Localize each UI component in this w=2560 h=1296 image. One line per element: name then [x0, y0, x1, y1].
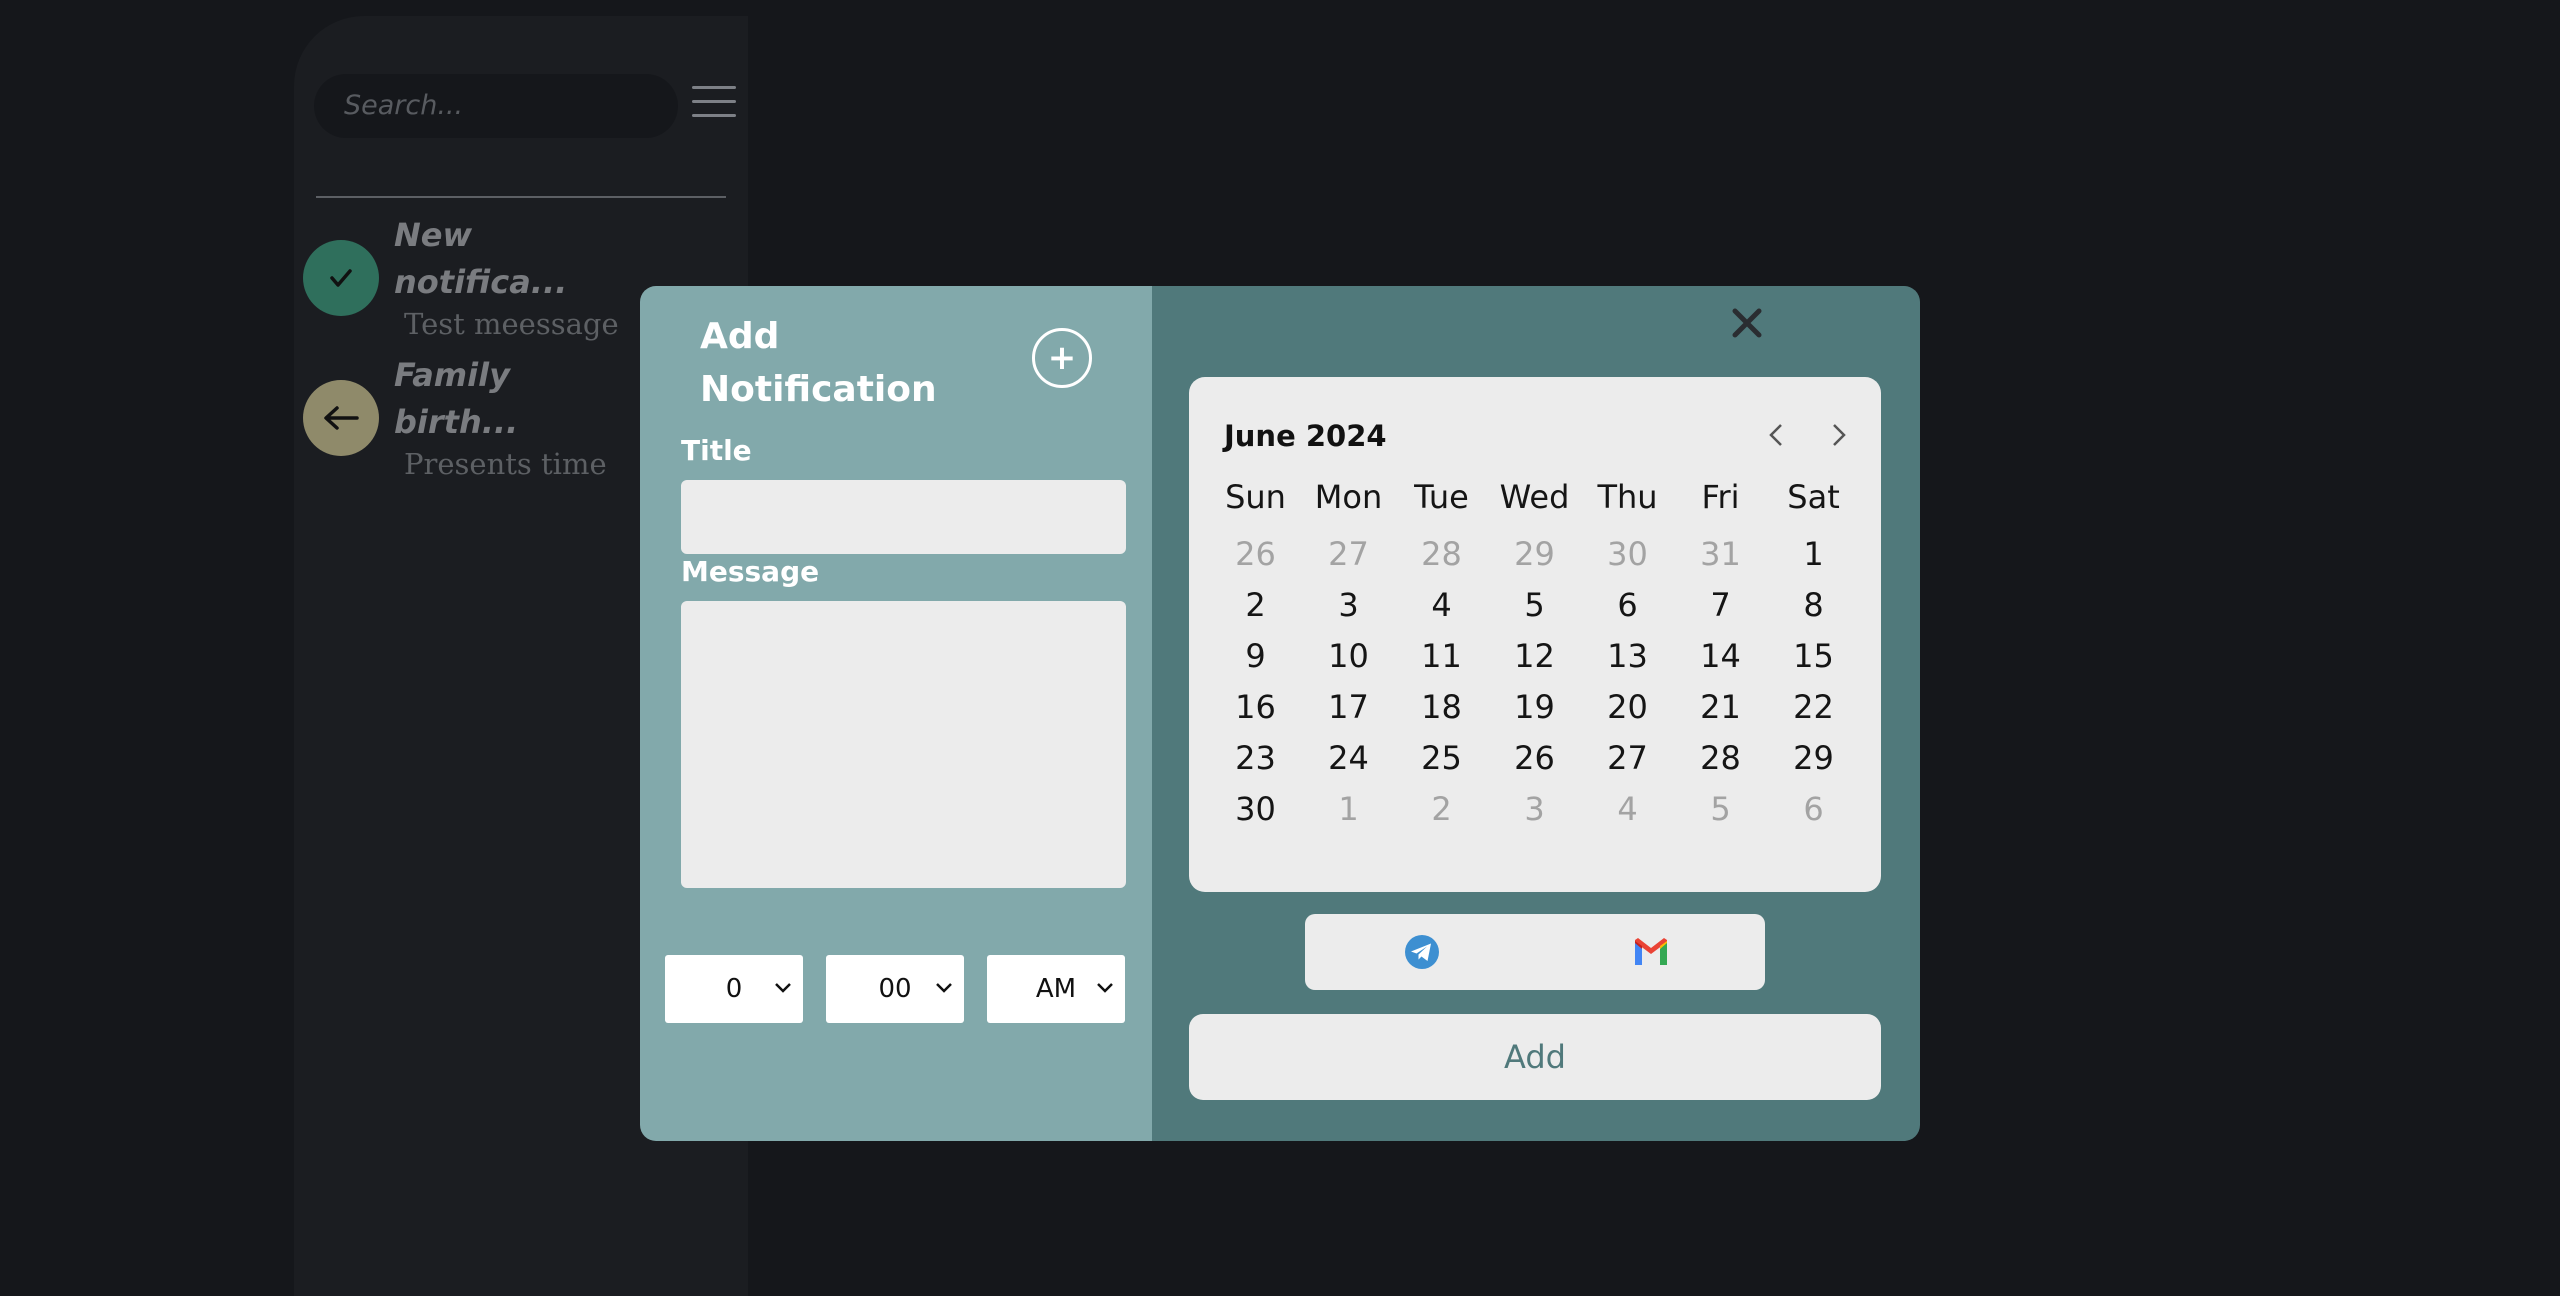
calendar-day-outside[interactable]: 5: [1674, 790, 1767, 828]
minute-value: 00: [878, 974, 912, 1004]
calendar-day[interactable]: 17: [1302, 688, 1395, 726]
calendar-week: 23 24 25 26 27 28 29: [1209, 739, 1861, 777]
calendar-day[interactable]: 21: [1674, 688, 1767, 726]
notification-message: Presents time: [404, 447, 607, 481]
calendar-day[interactable]: 26: [1488, 739, 1581, 777]
calendar-week: 2 3 4 5 6 7 8: [1209, 586, 1861, 624]
calendar-day-outside[interactable]: 1: [1302, 790, 1395, 828]
calendar-day-outside[interactable]: 2: [1395, 790, 1488, 828]
close-icon[interactable]: [1730, 306, 1764, 340]
calendar-day[interactable]: 22: [1767, 688, 1860, 726]
period-value: AM: [1035, 974, 1077, 1004]
message-textarea[interactable]: [681, 601, 1126, 888]
calendar-day[interactable]: 9: [1209, 637, 1302, 675]
chevron-down-icon: [775, 983, 791, 993]
plus-icon[interactable]: +: [1032, 328, 1092, 388]
arrow-left-icon[interactable]: [303, 380, 379, 456]
weekday-label: Sun: [1225, 478, 1286, 516]
calendar-day[interactable]: 24: [1302, 739, 1395, 777]
calendar-day-outside[interactable]: 27: [1302, 535, 1395, 573]
calendar-day[interactable]: 28: [1674, 739, 1767, 777]
calendar-day[interactable]: 7: [1674, 586, 1767, 624]
hour-value: 0: [725, 974, 743, 1004]
calendar-day[interactable]: 19: [1488, 688, 1581, 726]
notification-title[interactable]: New notifica...: [394, 212, 594, 306]
weekday-header: Sun Mon Tue Wed Thu Fri Sat: [1209, 478, 1861, 516]
calendar-day[interactable]: 16: [1209, 688, 1302, 726]
title-input[interactable]: [681, 480, 1126, 554]
weekday-label: Tue: [1414, 478, 1469, 516]
notification-message: Test meessage: [404, 307, 619, 341]
calendar: June 2024 Sun Mon Tue Wed Thu Fri Sat 26…: [1189, 377, 1881, 892]
gmail-icon[interactable]: [1631, 932, 1671, 972]
calendar-day[interactable]: 2: [1209, 586, 1302, 624]
calendar-day[interactable]: 10: [1302, 637, 1395, 675]
calendar-day-outside[interactable]: 3: [1488, 790, 1581, 828]
calendar-day-outside[interactable]: 4: [1581, 790, 1674, 828]
weekday-label: Mon: [1314, 478, 1383, 516]
calendar-day[interactable]: 5: [1488, 586, 1581, 624]
calendar-day[interactable]: 23: [1209, 739, 1302, 777]
calendar-day[interactable]: 4: [1395, 586, 1488, 624]
calendar-day-outside[interactable]: 31: [1674, 535, 1767, 573]
add-button[interactable]: Add: [1189, 1014, 1881, 1100]
form-panel: Add Notification + Title Message 0 00 AM: [640, 286, 1152, 1141]
weekday-label: Sat: [1787, 478, 1840, 516]
calendar-day-outside[interactable]: 28: [1395, 535, 1488, 573]
calendar-month-label: June 2024: [1224, 419, 1387, 453]
calendar-day[interactable]: 8: [1767, 586, 1860, 624]
calendar-day[interactable]: 20: [1581, 688, 1674, 726]
notification-title[interactable]: Family birth...: [394, 352, 594, 446]
period-select[interactable]: AM: [987, 955, 1125, 1023]
chevron-down-icon: [1097, 983, 1113, 993]
calendar-week: 9 10 11 12 13 14 15: [1209, 637, 1861, 675]
minute-select[interactable]: 00: [826, 955, 964, 1023]
calendar-day[interactable]: 25: [1395, 739, 1488, 777]
calendar-day[interactable]: 3: [1302, 586, 1395, 624]
calendar-day[interactable]: 27: [1581, 739, 1674, 777]
weekday-label: Fri: [1701, 478, 1740, 516]
weekday-label: Thu: [1597, 478, 1658, 516]
calendar-day[interactable]: 13: [1581, 637, 1674, 675]
calendar-day-outside[interactable]: 6: [1767, 790, 1860, 828]
divider: [316, 196, 726, 198]
chevron-right-icon[interactable]: [1820, 417, 1856, 453]
menu-icon[interactable]: [692, 86, 736, 120]
calendar-day[interactable]: 18: [1395, 688, 1488, 726]
calendar-week: 30 1 2 3 4 5 6: [1209, 790, 1861, 828]
calendar-day[interactable]: 30: [1209, 790, 1302, 828]
calendar-week: 16 17 18 19 20 21 22: [1209, 688, 1861, 726]
modal-title: Add Notification: [700, 316, 937, 410]
weekday-label: Wed: [1499, 478, 1570, 516]
hour-select[interactable]: 0: [665, 955, 803, 1023]
title-label: Title: [681, 434, 752, 467]
add-notification-modal: Add Notification + Title Message 0 00 AM…: [640, 286, 1920, 1141]
share-options: [1305, 914, 1765, 990]
calendar-day[interactable]: 29: [1767, 739, 1860, 777]
calendar-day[interactable]: 6: [1581, 586, 1674, 624]
calendar-week: 26 27 28 29 30 31 1: [1209, 535, 1861, 573]
calendar-day[interactable]: 12: [1488, 637, 1581, 675]
schedule-panel: June 2024 Sun Mon Tue Wed Thu Fri Sat 26…: [1152, 286, 1920, 1141]
calendar-day-outside[interactable]: 29: [1488, 535, 1581, 573]
check-icon[interactable]: [303, 240, 379, 316]
calendar-day-outside[interactable]: 30: [1581, 535, 1674, 573]
calendar-day[interactable]: 1: [1767, 535, 1860, 573]
calendar-day[interactable]: 14: [1674, 637, 1767, 675]
calendar-day[interactable]: 11: [1395, 637, 1488, 675]
chevron-down-icon: [936, 983, 952, 993]
chevron-left-icon[interactable]: [1759, 417, 1795, 453]
message-label: Message: [681, 555, 820, 588]
search-input[interactable]: Search...: [314, 74, 678, 138]
calendar-day[interactable]: 15: [1767, 637, 1860, 675]
calendar-day-outside[interactable]: 26: [1209, 535, 1302, 573]
telegram-icon[interactable]: [1402, 932, 1442, 972]
